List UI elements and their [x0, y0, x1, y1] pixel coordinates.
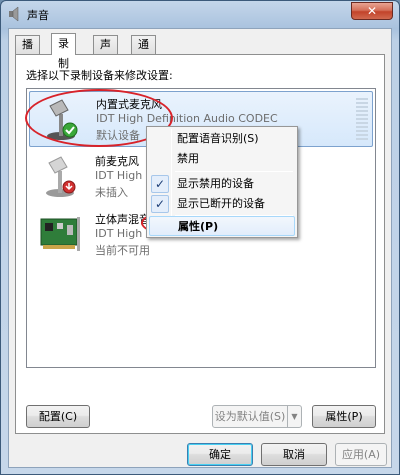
cancel-button[interactable]: 取消 — [261, 443, 327, 466]
sound-card-icon — [40, 217, 80, 251]
speaker-icon — [9, 6, 19, 22]
device-name: 前麦克风 — [95, 155, 139, 168]
menu-item-configure-speech[interactable]: 配置语音识别(S) — [149, 129, 295, 149]
menu-item-label: 禁用 — [177, 152, 199, 165]
tab-recording[interactable]: 录制 — [51, 33, 76, 70]
menu-item-label: 显示禁用的设备 — [177, 177, 254, 190]
apply-button[interactable]: 应用(A) — [335, 443, 387, 466]
close-button[interactable]: ✕ — [351, 2, 393, 20]
menu-item-label: 属性(P) — [178, 220, 219, 233]
window-title: 声音 — [27, 9, 49, 22]
menu-separator — [175, 171, 293, 172]
title-bar[interactable]: 声音 ✕ — [1, 1, 399, 27]
ok-button[interactable]: 确定 — [187, 443, 253, 466]
tab-playback[interactable]: 播放 — [15, 35, 40, 68]
device-status: 当前不可用 — [95, 244, 150, 257]
tab-communications[interactable]: 通信 — [131, 35, 156, 68]
level-meter — [356, 98, 368, 142]
checkmark-icon: ✓ — [151, 195, 169, 213]
menu-item-properties[interactable]: 属性(P) — [149, 216, 295, 236]
set-default-button[interactable]: 设为默认值(S) — [212, 405, 288, 428]
checkmark-icon: ✓ — [151, 175, 169, 193]
menu-item-disable[interactable]: 禁用 — [149, 149, 295, 169]
instruction-text: 选择以下录制设备来修改设置: — [26, 69, 173, 82]
menu-item-label: 显示已断开的设备 — [177, 197, 265, 210]
context-menu: 配置语音识别(S) 禁用 ✓ 显示禁用的设备 ✓ 显示已断开的设备 属性(P) — [146, 126, 298, 238]
sound-dialog: 声音 ✕ 播放 录制 声音 通信 选择以下录制设备来修改设置: — [0, 0, 400, 475]
properties-button[interactable]: 属性(P) — [312, 405, 376, 428]
microphone-icon — [46, 156, 76, 197]
device-status: 未插入 — [95, 186, 128, 199]
menu-item-label: 配置语音识别(S) — [177, 132, 259, 145]
menu-item-show-disabled[interactable]: ✓ 显示禁用的设备 — [149, 174, 295, 194]
configure-button[interactable]: 配置(C) — [26, 405, 90, 428]
menu-item-show-disconnected[interactable]: ✓ 显示已断开的设备 — [149, 194, 295, 214]
set-default-dropdown-arrow-icon[interactable]: ▼ — [287, 405, 302, 428]
tab-sounds[interactable]: 声音 — [93, 35, 118, 68]
